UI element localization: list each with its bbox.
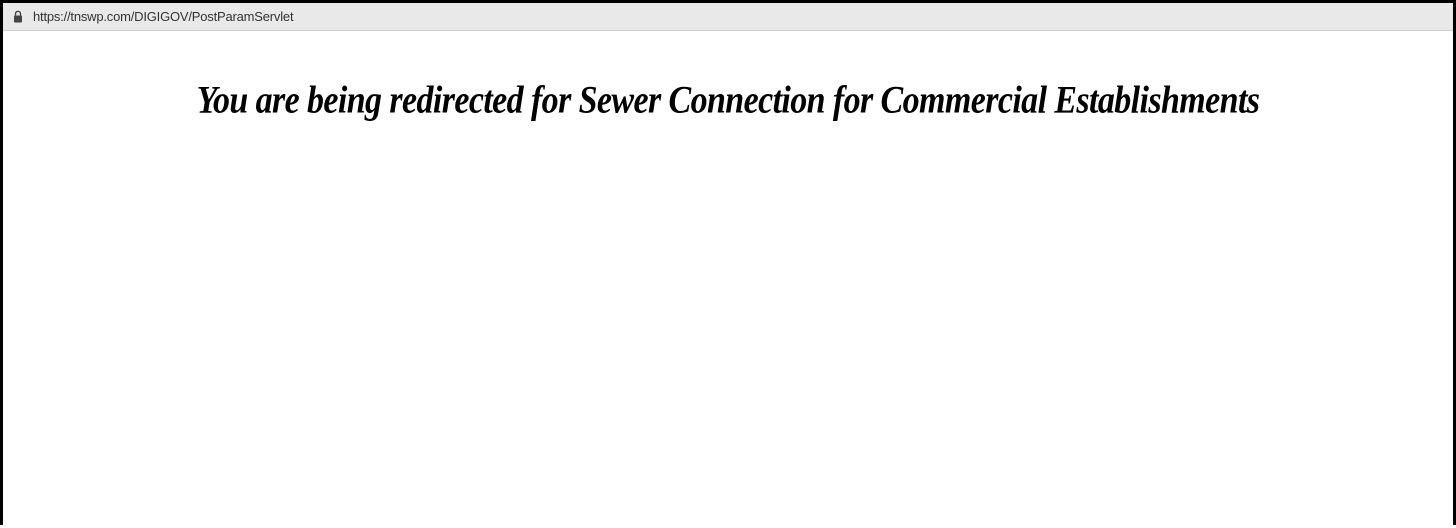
redirect-heading: You are being redirected for Sewer Conne… [196, 79, 1260, 122]
browser-window: https://tnswp.com/DIGIGOV/PostParamServl… [0, 0, 1456, 525]
url-text[interactable]: https://tnswp.com/DIGIGOV/PostParamServl… [33, 9, 294, 24]
page-content: You are being redirected for Sewer Conne… [3, 31, 1453, 525]
address-bar[interactable]: https://tnswp.com/DIGIGOV/PostParamServl… [3, 3, 1453, 31]
lock-icon[interactable] [11, 9, 25, 25]
